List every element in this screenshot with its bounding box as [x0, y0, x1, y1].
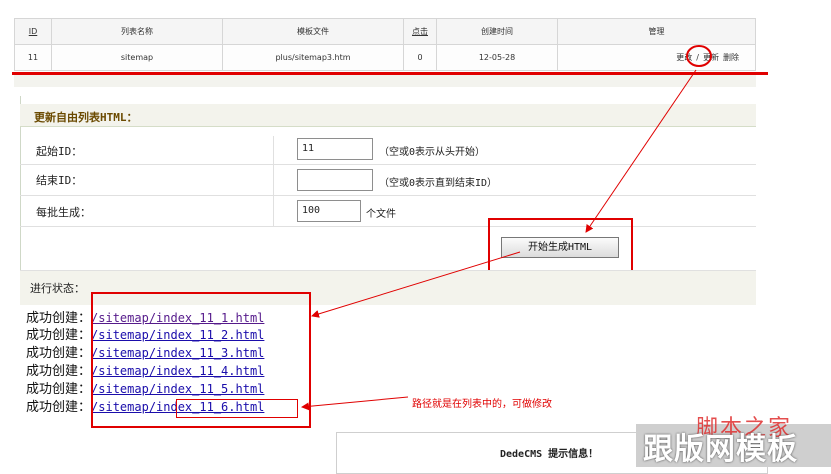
annotation-arrows: [301, 45, 712, 411]
arrow-to-button: [585, 69, 697, 233]
update-circle: [686, 45, 712, 67]
arrow-to-path: [301, 396, 409, 411]
arrow-to-results: [311, 251, 521, 318]
